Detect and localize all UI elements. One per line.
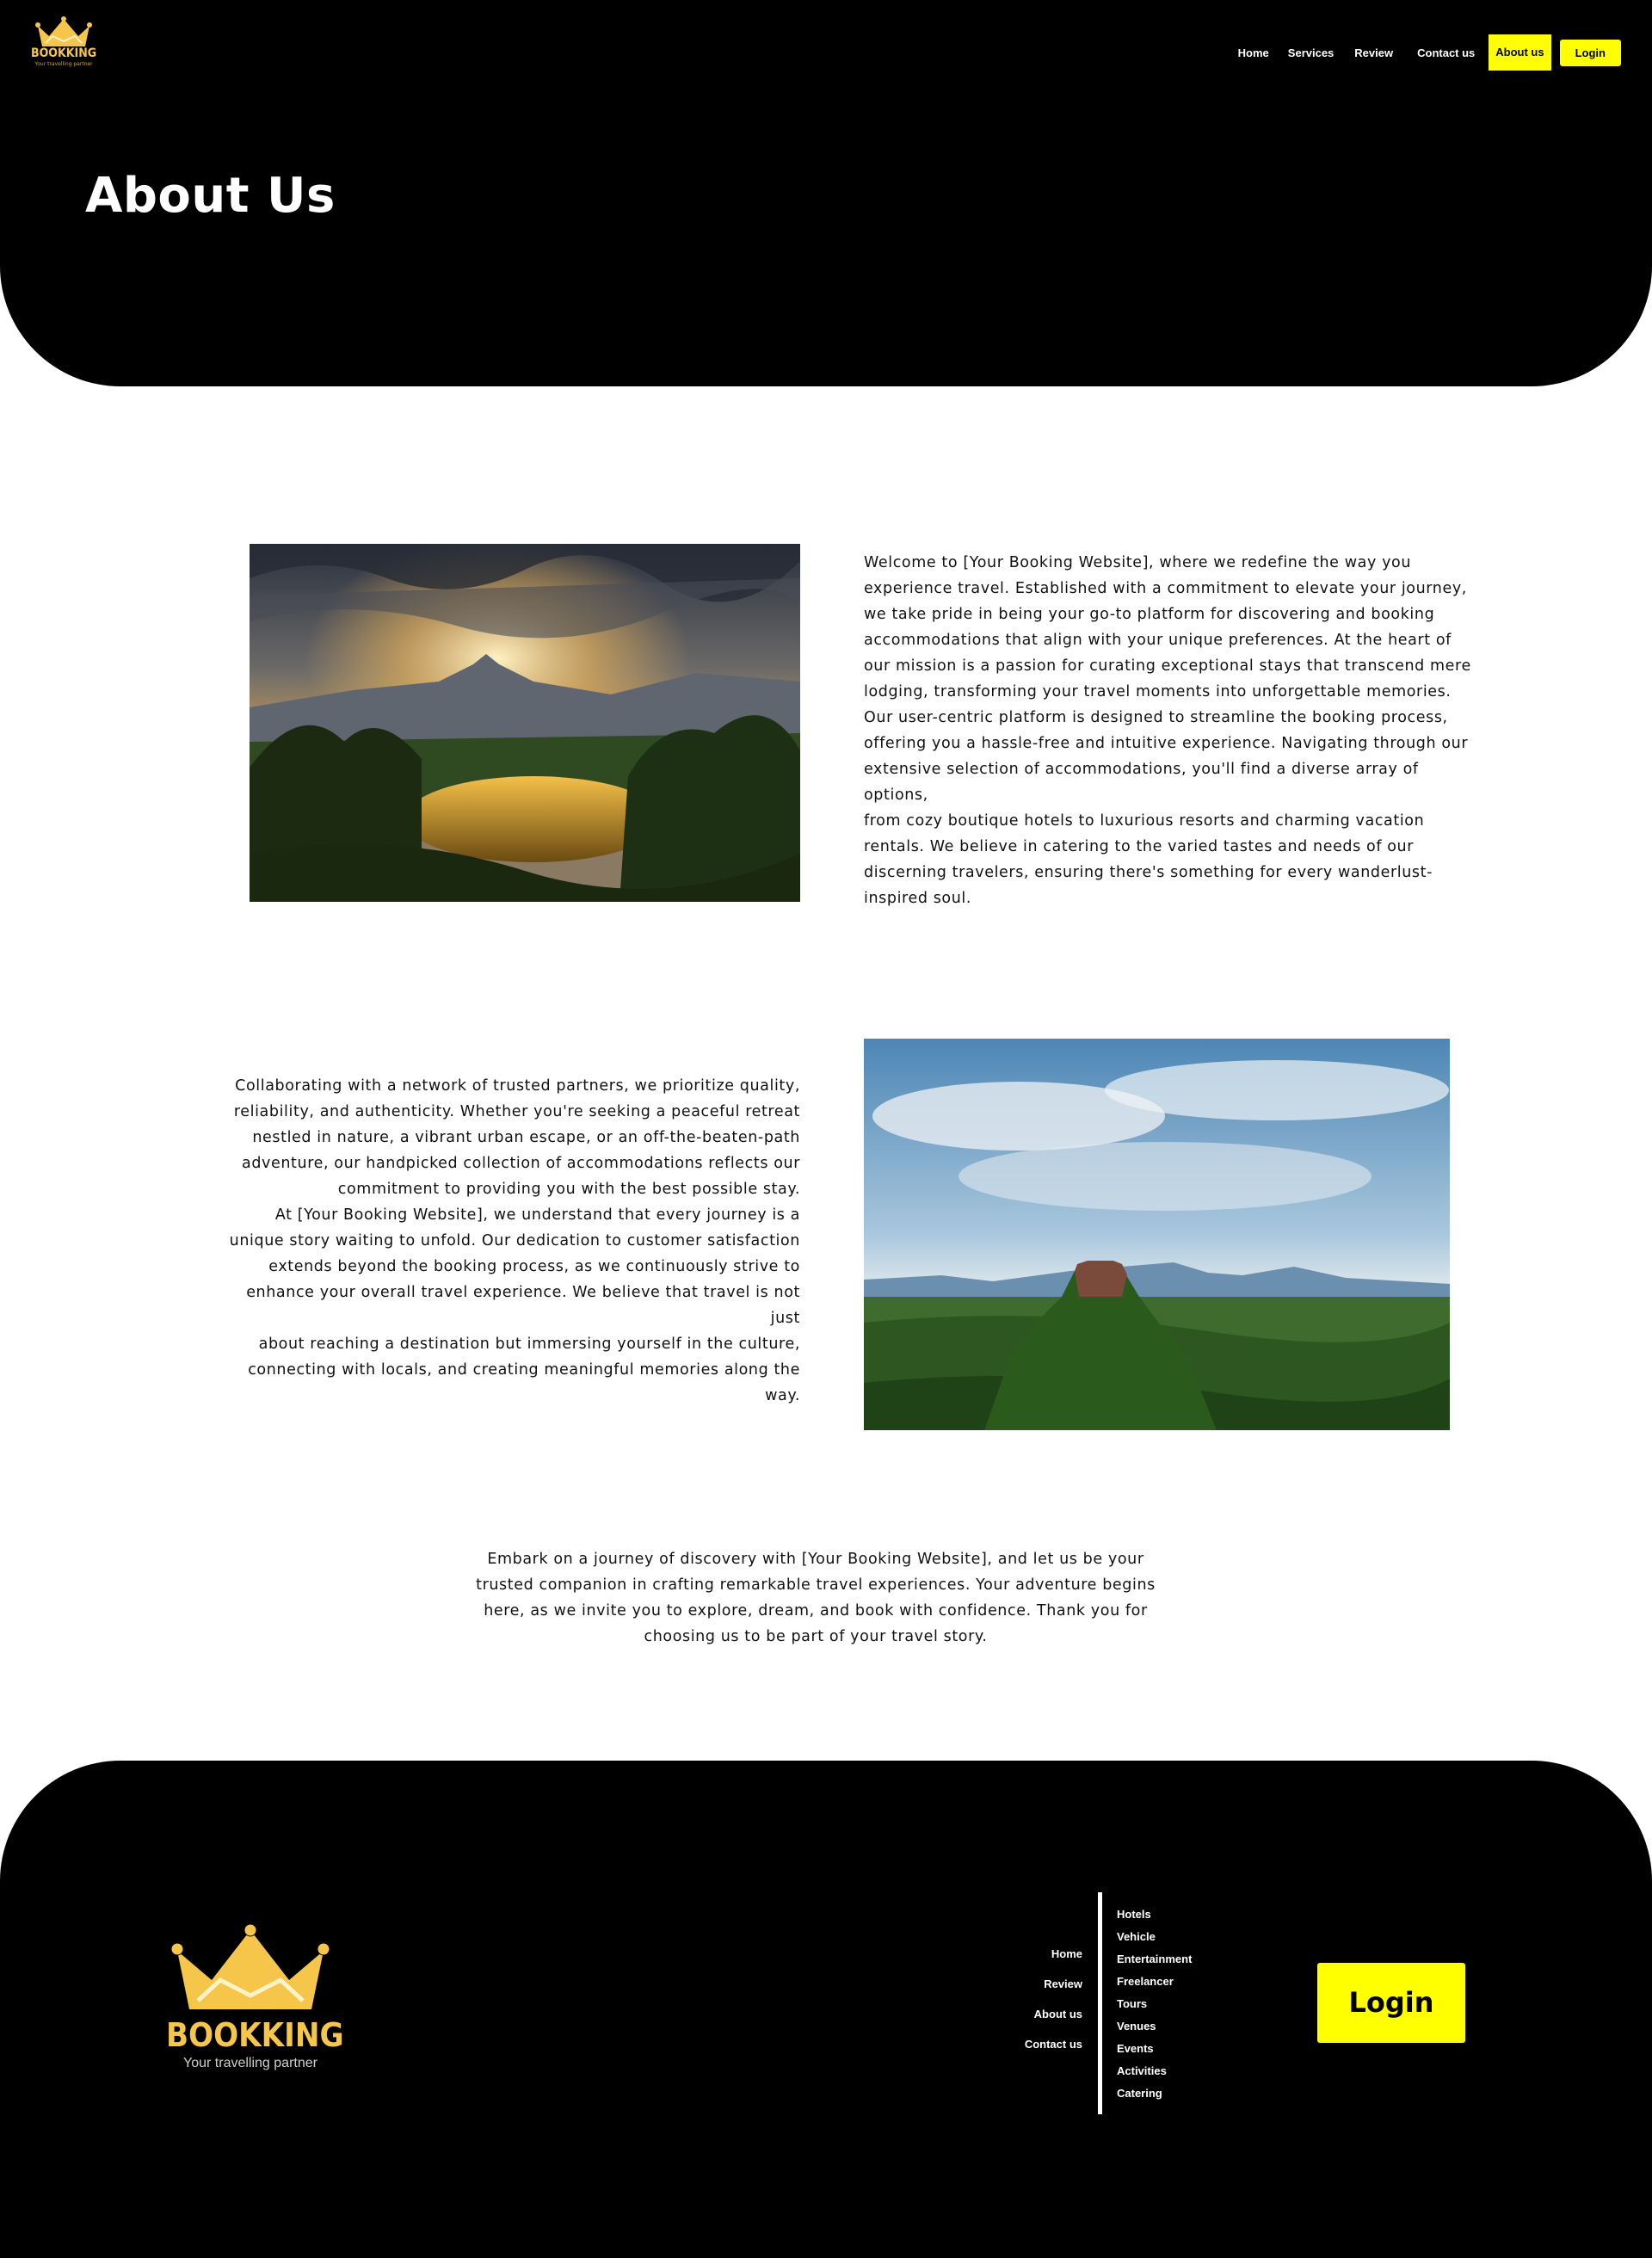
- closing-line: Embark on a journey of discovery with [Y…: [487, 1551, 1144, 1568]
- footer-divider: [1098, 1892, 1102, 2114]
- intro-line: offering you a hassle-free and intuitive…: [864, 735, 1469, 752]
- intro-line: Welcome to [Your Booking Website], where…: [864, 554, 1412, 571]
- partners-line: about reaching a destination but immersi…: [258, 1336, 800, 1353]
- intro-line: experience travel. Established with a co…: [864, 580, 1467, 597]
- partners-line: connecting with locals, and creating mea…: [248, 1361, 800, 1379]
- partners-line: way.: [765, 1387, 800, 1404]
- footer-link-vehicle[interactable]: Vehicle: [1117, 1928, 1192, 1951]
- intro-line: inspired soul.: [864, 890, 972, 907]
- footer-nav-services: Hotels Vehicle Entertainment Freelancer …: [1117, 1906, 1192, 2107]
- nav-review[interactable]: Review: [1354, 46, 1393, 59]
- nav-contact[interactable]: Contact us: [1417, 46, 1475, 59]
- footer-link-entertainment[interactable]: Entertainment: [1117, 1951, 1192, 1973]
- logo-brand-name: BOOKKING: [31, 46, 97, 60]
- footer-brand-name: BOOKKING: [166, 2016, 344, 2054]
- closing-paragraph: Embark on a journey of discovery with [Y…: [472, 1546, 1160, 1650]
- footer-link-events[interactable]: Events: [1117, 2040, 1192, 2063]
- partners-line: enhance your overall travel experience. …: [246, 1284, 800, 1327]
- footer-link-contact[interactable]: Contact us: [1025, 2035, 1082, 2065]
- footer-link-hotels[interactable]: Hotels: [1117, 1906, 1192, 1928]
- footer-link-activities[interactable]: Activities: [1117, 2063, 1192, 2085]
- footer-tagline: Your travelling partner: [183, 2056, 317, 2070]
- footer-link-tours[interactable]: Tours: [1117, 1996, 1192, 2018]
- partners-line: unique story waiting to unfold. Our dedi…: [229, 1232, 800, 1249]
- partners-line: At [Your Booking Website], we understand…: [274, 1206, 800, 1224]
- footer-link-review[interactable]: Review: [1025, 1975, 1082, 2005]
- intro-line: our mission is a passion for curating ex…: [864, 657, 1471, 675]
- crown-icon: [170, 1923, 330, 2009]
- nav-home[interactable]: Home: [1238, 46, 1269, 59]
- intro-line: we take pride in being your go-to platfo…: [864, 606, 1435, 623]
- footer-login-button[interactable]: Login: [1317, 1963, 1465, 2043]
- partners-line: reliability, and authenticity. Whether y…: [233, 1103, 800, 1120]
- lake-landscape-image: [250, 544, 800, 902]
- footer-link-home[interactable]: Home: [1025, 1945, 1082, 1975]
- logo[interactable]: BOOKKING Your travelling partner: [31, 15, 96, 77]
- footer-link-freelancer[interactable]: Freelancer: [1117, 1973, 1192, 1996]
- partners-paragraph: Collaborating with a network of trusted …: [224, 1073, 800, 1409]
- nav-login-button[interactable]: Login: [1559, 39, 1621, 66]
- nav-about-active[interactable]: About us: [1489, 34, 1551, 71]
- intro-line: accommodations that align with your uniq…: [864, 632, 1452, 649]
- rock-fortress-image: [864, 1039, 1450, 1430]
- partners-line: nestled in nature, a vibrant urban escap…: [252, 1129, 800, 1146]
- closing-line: choosing us to be part of your travel st…: [644, 1628, 988, 1645]
- intro-line: from cozy boutique hotels to luxurious r…: [864, 812, 1425, 830]
- hero-header: BOOKKING Your travelling partner Home Se…: [0, 0, 1652, 386]
- crown-icon: [35, 16, 92, 46]
- intro-paragraph: Welcome to [Your Booking Website], where…: [864, 550, 1483, 911]
- top-nav: Home Services Review Contact us About us…: [1238, 34, 1621, 71]
- partners-line: Collaborating with a network of trusted …: [235, 1077, 800, 1095]
- intro-line: extensive selection of accommodations, y…: [864, 761, 1419, 804]
- partners-line: adventure, our handpicked collection of …: [242, 1155, 800, 1172]
- intro-line: discerning travelers, ensuring there's s…: [864, 864, 1433, 881]
- footer-link-venues[interactable]: Venues: [1117, 2018, 1192, 2040]
- footer-nav-primary: Home Review About us Contact us: [1025, 1945, 1082, 2065]
- closing-line: here, as we invite you to explore, dream…: [484, 1602, 1148, 1619]
- footer-link-catering[interactable]: Catering: [1117, 2085, 1192, 2107]
- intro-line: lodging, transforming your travel moment…: [864, 683, 1452, 700]
- partners-line: extends beyond the booking process, as w…: [268, 1258, 800, 1275]
- footer-logo[interactable]: BOOKKING Your travelling partner: [166, 1923, 344, 2071]
- partners-line: commitment to providing you with the bes…: [337, 1181, 800, 1198]
- page-title: About Us: [85, 168, 336, 224]
- closing-line: trusted companion in crafting remarkable…: [476, 1576, 1156, 1594]
- footer-link-about[interactable]: About us: [1025, 2005, 1082, 2035]
- intro-line: rentals. We believe in catering to the v…: [864, 838, 1415, 855]
- intro-line: Our user-centric platform is designed to…: [864, 709, 1448, 726]
- logo-tagline: Your travelling partner: [34, 61, 93, 67]
- nav-services[interactable]: Services: [1288, 46, 1335, 59]
